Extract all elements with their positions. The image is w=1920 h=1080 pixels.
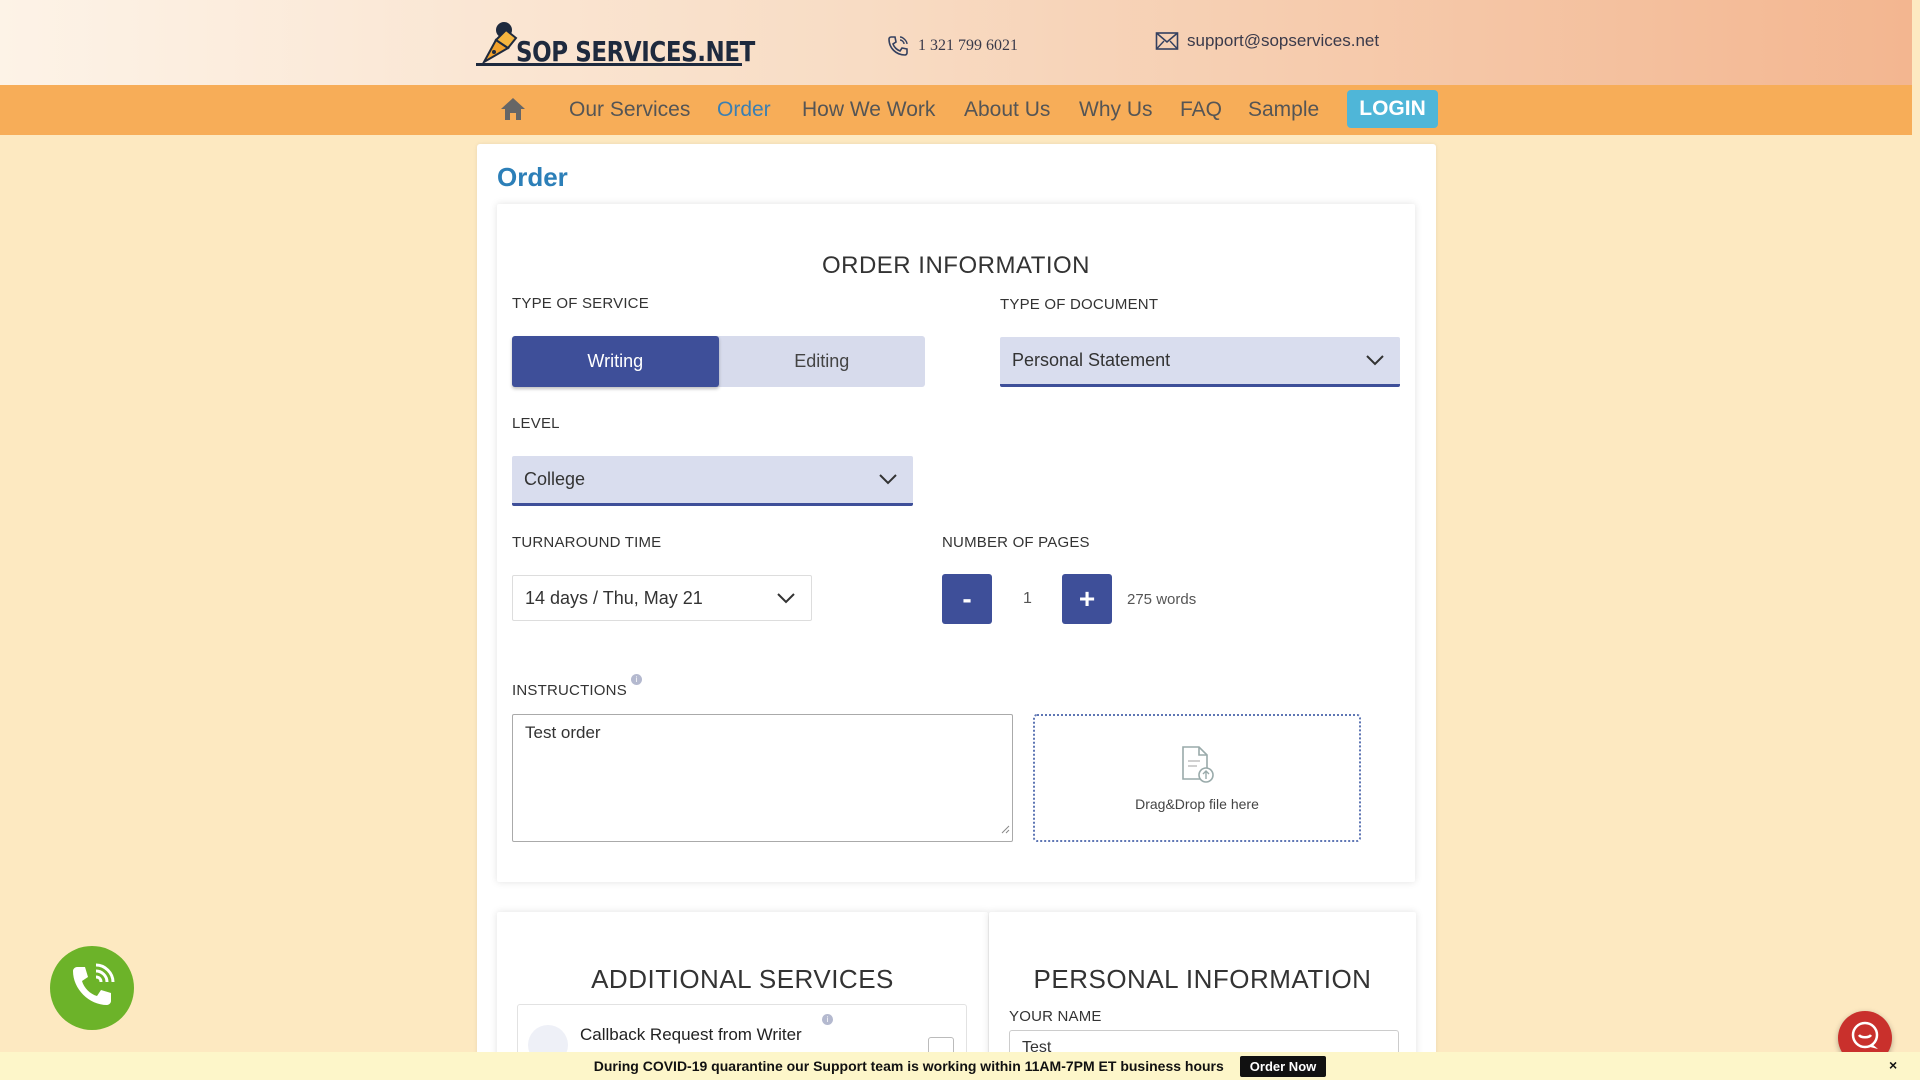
chevron-down-icon [1366, 350, 1384, 371]
turnaround-select[interactable]: 14 days / Thu, May 21 [512, 575, 812, 621]
phone-icon [886, 34, 910, 58]
decrease-pages-button[interactable]: - [942, 574, 992, 624]
home-icon[interactable] [500, 97, 526, 126]
close-icon[interactable]: × [1889, 1057, 1897, 1073]
logo-pen-icon [476, 20, 520, 66]
phone-number: 1 321 799 6021 [918, 37, 1018, 54]
type-of-service-label: TYPE OF SERVICE [512, 295, 649, 312]
document-type-value: Personal Statement [1012, 350, 1171, 370]
header-email[interactable]: support@sopservices.net [1155, 31, 1379, 51]
level-value: College [524, 469, 586, 489]
scrollbar[interactable] [1912, 0, 1920, 1080]
nav-our-services[interactable]: Our Services [569, 98, 690, 122]
mail-icon [1155, 31, 1179, 51]
nav-order[interactable]: Order [717, 98, 771, 122]
order-now-button[interactable]: Order Now [1239, 1055, 1327, 1077]
header-phone[interactable]: 1 321 799 6021 [886, 34, 1018, 58]
document-type-select[interactable]: Personal Statement [1000, 337, 1400, 387]
your-name-label: YOUR NAME [1009, 1008, 1102, 1025]
resize-handle-icon[interactable] [1000, 819, 1010, 839]
nav-about-us[interactable]: About Us [964, 98, 1050, 122]
banner-text: During COVID-19 quarantine our Support t… [593, 1058, 1224, 1074]
dropzone-text: Drag&Drop file here [1135, 795, 1259, 812]
instructions-label: INSTRUCTIONS [512, 682, 627, 699]
info-icon[interactable]: i [822, 1014, 833, 1025]
editing-option[interactable]: Editing [719, 336, 926, 387]
turnaround-value: 14 days / Thu, May 21 [525, 587, 703, 608]
type-of-document-label: TYPE OF DOCUMENT [1000, 296, 1159, 313]
chevron-down-icon [879, 469, 897, 490]
word-count: 275 words [1127, 591, 1197, 608]
order-information-title: ORDER INFORMATION [821, 252, 1091, 279]
instructions-value: Test order [525, 723, 601, 742]
nav-how-we-work[interactable]: How We Work [802, 98, 935, 122]
writing-option[interactable]: Writing [512, 336, 719, 387]
nav-sample[interactable]: Sample [1248, 98, 1319, 122]
call-button[interactable] [50, 946, 134, 1030]
main-nav: Our Services Order How We Work About Us … [0, 85, 1912, 135]
order-information-card: ORDER INFORMATION TYPE OF SERVICE Writin… [497, 204, 1415, 882]
order-panel: Order ORDER INFORMATION TYPE OF SERVICE … [477, 144, 1436, 1080]
logo-text: SOP SERVICES.NET [516, 35, 755, 68]
covid-banner: During COVID-19 quarantine our Support t… [0, 1052, 1920, 1080]
file-dropzone[interactable]: Drag&Drop file here [1033, 714, 1361, 842]
chevron-down-icon [777, 588, 795, 609]
file-upload-icon [1180, 745, 1214, 788]
pages-value[interactable]: 1 [1023, 590, 1032, 608]
callback-request-label: Callback Request from Writer [580, 1025, 802, 1044]
phone-call-icon [63, 957, 121, 1020]
level-select[interactable]: College [512, 456, 913, 506]
personal-information-title: PERSONAL INFORMATION [1033, 964, 1372, 994]
instructions-textarea[interactable]: Test order [512, 714, 1013, 842]
email-address: support@sopservices.net [1187, 31, 1380, 50]
top-header: SOP SERVICES.NET 1 321 799 6021 support@… [0, 0, 1912, 85]
page-title: Order [497, 162, 568, 192]
level-label: LEVEL [512, 415, 560, 432]
site-logo[interactable]: SOP SERVICES.NET [476, 14, 755, 66]
service-type-toggle: Writing Editing [512, 336, 925, 387]
info-icon[interactable]: i [631, 674, 642, 685]
number-of-pages-label: NUMBER OF PAGES [942, 534, 1090, 551]
increase-pages-button[interactable]: + [1062, 574, 1112, 624]
additional-services-title: ADDITIONAL SERVICES [591, 964, 894, 994]
nav-why-us[interactable]: Why Us [1079, 98, 1153, 122]
logo-underline [476, 63, 742, 66]
login-button[interactable]: LOGIN [1347, 90, 1438, 128]
turnaround-label: TURNAROUND TIME [512, 534, 662, 551]
nav-faq[interactable]: FAQ [1180, 98, 1222, 122]
